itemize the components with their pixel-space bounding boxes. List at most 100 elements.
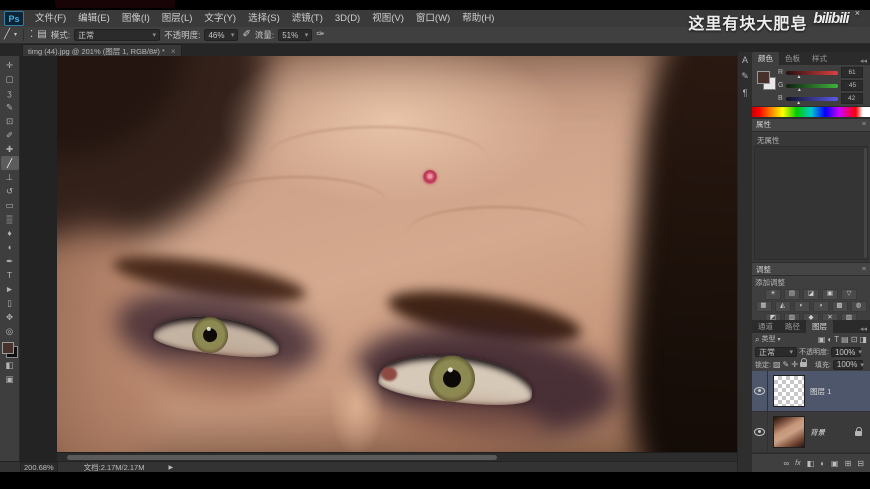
hue-saturation-icon[interactable]: ▦	[756, 301, 772, 312]
brush-tool[interactable]: ╱	[1, 156, 19, 170]
visibility-cell[interactable]	[752, 371, 768, 411]
screen-mode-button[interactable]: ▣	[1, 372, 19, 386]
menu-select[interactable]: 选择(S)	[242, 11, 286, 27]
flow-select[interactable]: 51% ▾	[278, 29, 312, 41]
smart-object-filter-icon[interactable]: ⊡	[851, 335, 858, 344]
foreground-color-swatch[interactable]	[757, 71, 770, 84]
foreground-color-swatch[interactable]	[2, 342, 14, 354]
zoom-tool[interactable]: ◎	[1, 324, 19, 338]
blue-value[interactable]: 42	[841, 93, 863, 104]
lock-transparent-icon[interactable]: ▨	[773, 360, 781, 369]
layer-thumbnail[interactable]	[773, 416, 805, 448]
menu-type[interactable]: 文字(Y)	[198, 11, 242, 27]
paragraph-panel-icon[interactable]: ¶	[743, 88, 748, 98]
color-balance-icon[interactable]: ◭	[775, 301, 791, 312]
menu-3d[interactable]: 3D(D)	[329, 11, 366, 27]
photo-filter-icon[interactable]: ◑	[813, 301, 829, 312]
opacity-select[interactable]: 46% ▾	[204, 29, 238, 41]
tablet-opacity-icon[interactable]: ✐	[242, 30, 250, 40]
status-options-arrow[interactable]: ▶	[168, 464, 173, 471]
tab-layers[interactable]: 图层	[806, 320, 833, 333]
new-adjustment-icon[interactable]: ◐	[820, 459, 825, 468]
green-value[interactable]: 45	[841, 80, 863, 91]
fill-select[interactable]: 100% ▾	[833, 360, 863, 370]
tab-styles[interactable]: 样式	[806, 52, 833, 65]
tab-channels[interactable]: 通道	[752, 320, 779, 333]
menu-help[interactable]: 帮助(H)	[456, 11, 500, 27]
visibility-cell[interactable]	[752, 412, 768, 452]
new-layer-icon[interactable]: ⊞	[845, 459, 852, 468]
levels-icon[interactable]: ▤	[784, 289, 800, 300]
exposure-icon[interactable]: ▣	[822, 289, 838, 300]
gradient-tool[interactable]: ▒	[1, 212, 19, 226]
quick-mask-button[interactable]: ◧	[1, 358, 19, 372]
vibrance-icon[interactable]: ▽	[841, 289, 857, 300]
layer-name[interactable]: 背景	[810, 427, 825, 438]
layer-style-icon[interactable]: fx	[795, 459, 800, 468]
pen-tool[interactable]: ✒	[1, 254, 19, 268]
lock-all-icon[interactable]	[800, 362, 807, 367]
blue-slider[interactable]: ▲	[786, 97, 838, 101]
properties-scrollbar[interactable]	[864, 148, 867, 258]
layer-opacity-select[interactable]: 100% ▾	[831, 347, 861, 357]
color-spectrum-ramp[interactable]	[752, 106, 870, 118]
layer-row-layer1[interactable]: 图层 1	[752, 371, 870, 412]
move-tool[interactable]: ✛	[1, 58, 19, 72]
filter-kind-select[interactable]: 类型	[761, 334, 775, 344]
shape-filter-icon[interactable]: ▤	[841, 335, 849, 344]
spot-healing-tool[interactable]: ✚	[1, 142, 19, 156]
toggle-brush-panel-icon[interactable]: ▤	[37, 30, 46, 40]
shape-tool[interactable]: ▯	[1, 296, 19, 310]
history-brush-tool[interactable]: ↺	[1, 184, 19, 198]
menu-window[interactable]: 窗口(W)	[410, 11, 456, 27]
green-slider[interactable]: ▲	[786, 84, 838, 88]
panel-menu-icon[interactable]: ≡	[862, 266, 866, 273]
tab-swatches[interactable]: 色板	[779, 52, 806, 65]
path-selection-tool[interactable]: ►	[1, 282, 19, 296]
collapse-icon[interactable]: ◂◂	[860, 325, 867, 333]
caret-down-icon[interactable]: ▾	[14, 30, 17, 40]
menu-layer[interactable]: 图层(L)	[156, 11, 199, 27]
clone-stamp-tool[interactable]: ⊥	[1, 170, 19, 184]
type-filter-icon[interactable]: T	[834, 335, 839, 344]
character-styles-panel-icon[interactable]: ✎	[741, 71, 749, 82]
tab-paths[interactable]: 路径	[779, 320, 806, 333]
type-tool[interactable]: T	[1, 268, 19, 282]
menu-image[interactable]: 图像(I)	[116, 11, 156, 27]
link-layers-icon[interactable]: ∞	[783, 459, 789, 468]
brush-preset-picker-icon[interactable]: ⁚	[30, 30, 33, 40]
new-group-icon[interactable]: ▣	[831, 459, 839, 468]
lock-paint-icon[interactable]: ✎	[783, 360, 790, 369]
crop-tool[interactable]: ⊡	[1, 114, 19, 128]
layer-name[interactable]: 图层 1	[810, 386, 831, 397]
scrollbar-thumb[interactable]	[67, 455, 497, 460]
red-value[interactable]: 61	[841, 67, 863, 78]
menu-view[interactable]: 视图(V)	[366, 11, 410, 27]
panel-menu-icon[interactable]: ≡	[862, 121, 866, 128]
brightness-contrast-icon[interactable]: ☀	[765, 289, 781, 300]
properties-panel-header[interactable]: 属性 ≡	[752, 118, 870, 132]
collapse-icon[interactable]: ◂◂	[860, 57, 867, 65]
menu-edit[interactable]: 编辑(E)	[72, 11, 116, 27]
filter-toggle-icon[interactable]: ◨	[859, 335, 867, 344]
dodge-tool[interactable]: ◖	[1, 240, 19, 254]
layer-thumbnail[interactable]	[773, 375, 805, 407]
curves-icon[interactable]: ◪	[803, 289, 819, 300]
layer-row-background[interactable]: 背景	[752, 412, 870, 453]
eraser-tool[interactable]: ▭	[1, 198, 19, 212]
lasso-tool[interactable]: ʒ	[1, 86, 19, 100]
black-white-icon[interactable]: ◐	[794, 301, 810, 312]
layer-blend-mode-select[interactable]: 正常 ▾	[755, 347, 797, 357]
hand-tool[interactable]: ✥	[1, 310, 19, 324]
color-lookup-icon[interactable]: ◍	[851, 301, 867, 312]
brush-tool-icon[interactable]: ╱	[4, 30, 10, 40]
marquee-tool[interactable]: ▢	[1, 72, 19, 86]
pixel-filter-icon[interactable]: ▣	[818, 335, 826, 344]
blur-tool[interactable]: ♦	[1, 226, 19, 240]
eyedropper-tool[interactable]: ✐	[1, 128, 19, 142]
channel-mixer-icon[interactable]: ▩	[832, 301, 848, 312]
blend-mode-select[interactable]: 正常 ▾	[74, 29, 160, 41]
menu-filter[interactable]: 滤镜(T)	[286, 11, 329, 27]
add-mask-icon[interactable]: ◧	[807, 459, 815, 468]
character-panel-icon[interactable]: A	[742, 55, 748, 65]
